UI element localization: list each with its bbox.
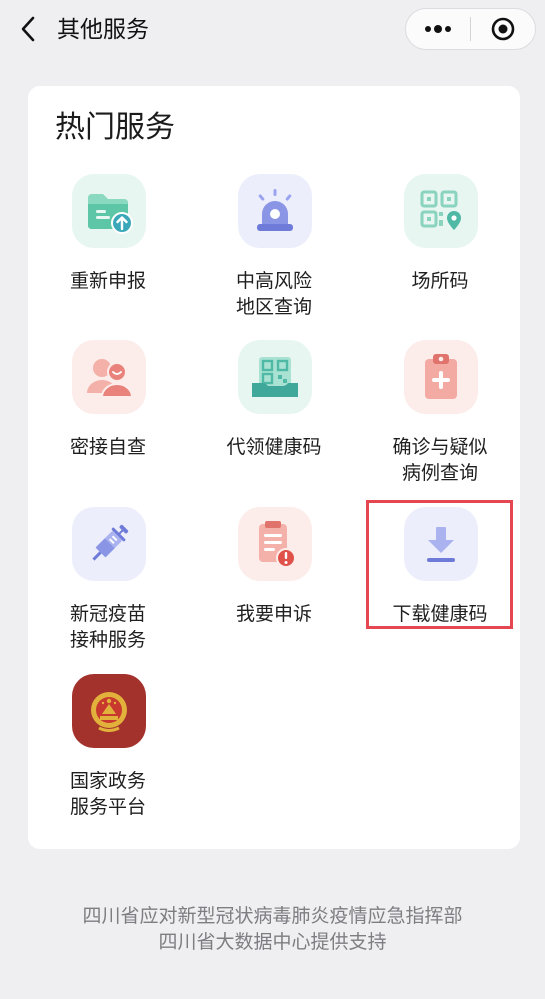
close-miniprogram-button[interactable] xyxy=(471,9,535,49)
service-appeal[interactable]: 我要申诉 xyxy=(199,507,349,667)
service-label: 中高风险 地区查询 xyxy=(235,270,312,318)
national-emblem-icon xyxy=(72,674,146,748)
service-label: 确诊与疑似 病例查询 xyxy=(392,436,488,484)
back-button[interactable] xyxy=(12,12,44,46)
service-close-contact-check[interactable]: 密接自查 xyxy=(33,340,183,500)
more-button[interactable] xyxy=(406,9,470,49)
hot-services-card: 热门服务 重新申报 中高风险 地区查询 场所码 密接自查 代领健康码 确诊与疑似… xyxy=(28,86,520,849)
service-label: 下载健康码 xyxy=(392,603,488,625)
chevron-left-icon xyxy=(21,16,35,42)
service-label: 密接自查 xyxy=(69,436,146,458)
service-label: 代领健康码 xyxy=(226,436,322,458)
contacts-icon xyxy=(72,340,146,414)
service-label: 新冠疫苗 接种服务 xyxy=(69,603,146,651)
service-venue-code[interactable]: 场所码 xyxy=(365,174,515,334)
service-case-query[interactable]: 确诊与疑似 病例查询 xyxy=(365,340,515,500)
download-icon xyxy=(404,507,478,581)
service-label: 重新申报 xyxy=(69,270,146,292)
target-icon xyxy=(491,17,515,41)
service-label: 我要申诉 xyxy=(235,603,312,625)
service-vaccination[interactable]: 新冠疫苗 接种服务 xyxy=(33,507,183,667)
footer: 四川省应对新型冠状病毒肺炎疫情应急指挥部 四川省大数据中心提供支持 xyxy=(0,903,545,955)
folder-upload-icon xyxy=(72,174,146,248)
medical-clipboard-icon xyxy=(404,340,478,414)
footer-line-1: 四川省应对新型冠状病毒肺炎疫情应急指挥部 xyxy=(82,905,463,927)
service-label: 国家政务 服务平台 xyxy=(69,770,146,818)
service-national-gov-platform[interactable]: 国家政务 服务平台 xyxy=(33,674,183,834)
syringe-icon xyxy=(72,507,146,581)
service-proxy-health-code[interactable]: 代领健康码 xyxy=(199,340,349,500)
qr-location-icon xyxy=(404,174,478,248)
complaint-doc-icon xyxy=(238,507,312,581)
service-download-health-code[interactable]: 下载健康码 xyxy=(365,507,515,667)
more-dots-icon xyxy=(425,25,451,33)
section-title: 热门服务 xyxy=(55,110,175,145)
service-label: 场所码 xyxy=(411,270,469,292)
service-risk-area-query[interactable]: 中高风险 地区查询 xyxy=(199,174,349,334)
mini-program-capsule xyxy=(405,8,536,50)
alarm-light-icon xyxy=(238,174,312,248)
footer-line-2: 四川省大数据中心提供支持 xyxy=(158,931,387,953)
page-title: 其他服务 xyxy=(57,17,149,43)
nav-bar: 其他服务 xyxy=(0,0,545,60)
service-reapply[interactable]: 重新申报 xyxy=(33,174,183,334)
qr-hand-icon xyxy=(238,340,312,414)
